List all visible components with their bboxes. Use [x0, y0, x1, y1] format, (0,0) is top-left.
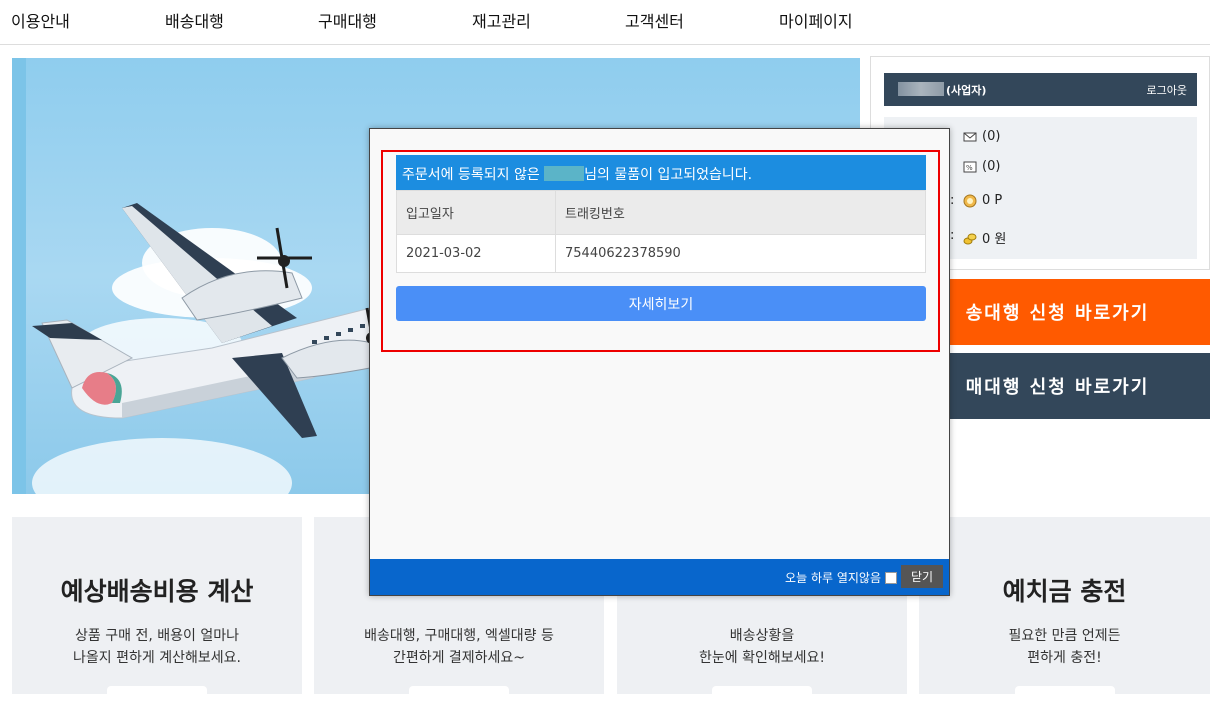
- arrival-popup: 주문서에 등록되지 않은 님의 물품이 입고되었습니다. 입고일자 트래킹번호 …: [369, 128, 950, 596]
- card-button[interactable]: [712, 686, 812, 704]
- table-row: 2021-03-02 75440622378590: [396, 234, 926, 273]
- top-nav: 이용안내 배송대행 구매대행 재고관리 고객센터 마이페이지: [0, 0, 1210, 45]
- user-name-redacted: [898, 82, 944, 96]
- coupon-count[interactable]: % (0): [963, 159, 1000, 174]
- card-title: 예상배송비용 계산: [60, 577, 254, 606]
- nav-item-guide[interactable]: 이용안내: [11, 8, 70, 32]
- point-icon: [963, 194, 977, 207]
- deposit-balance: 0 원: [963, 228, 1006, 247]
- card-desc: 상품 구매 전, 배용이 얼마나 나올지 편하게 계산해보세요.: [73, 628, 241, 666]
- nav-item-inventory[interactable]: 재고관리: [472, 8, 531, 32]
- deposit-colon: :: [950, 228, 955, 243]
- purchase-apply-label: 매대행 신청 바로가기: [965, 377, 1150, 398]
- highlight-box: 주문서에 등록되지 않은 님의 물품이 입고되었습니다. 입고일자 트래킹번호 …: [381, 150, 940, 352]
- popup-header-prefix: 주문서에 등록되지 않은: [402, 167, 540, 183]
- card-desc: 필요한 만큼 언제든 편하게 충전!: [1008, 628, 1121, 666]
- dont-show-today[interactable]: 오늘 하루 열지않음: [785, 569, 897, 586]
- nav-item-shipping[interactable]: 배송대행: [165, 8, 224, 32]
- card-button[interactable]: [409, 686, 509, 704]
- logout-link[interactable]: 로그아웃: [1147, 82, 1187, 98]
- card-button[interactable]: [107, 686, 207, 704]
- nav-item-purchase[interactable]: 구매대행: [318, 8, 377, 32]
- user-bar: (사업자) 로그아웃: [884, 73, 1197, 106]
- dont-show-label: 오늘 하루 열지않음: [785, 571, 881, 585]
- column-header-tracking: 트래킹번호: [555, 190, 926, 235]
- user-name-redacted: [544, 166, 585, 181]
- popup-footer: 오늘 하루 열지않음 닫기: [370, 559, 949, 595]
- shipping-apply-label: 송대행 신청 바로가기: [965, 303, 1150, 324]
- card-deposit[interactable]: 예치금 충전 필요한 만큼 언제든 편하게 충전!: [919, 517, 1210, 704]
- user-role: (사업자): [946, 84, 987, 97]
- dont-show-checkbox[interactable]: [885, 571, 897, 584]
- message-count-value: (0): [982, 129, 1001, 144]
- card-shipping-cost[interactable]: 예상배송비용 계산 상품 구매 전, 배용이 얼마나 나올지 편하게 계산해보세요…: [12, 517, 302, 704]
- point-balance-value: 0 P: [982, 193, 1003, 208]
- column-header-date: 입고일자: [396, 190, 556, 235]
- popup-header: 주문서에 등록되지 않은 님의 물품이 입고되었습니다.: [396, 155, 926, 190]
- coupon-count-value: (0): [982, 159, 1001, 174]
- popup-header-suffix: 님의 물품이 입고되었습니다.: [584, 167, 753, 183]
- envelope-icon: [963, 132, 977, 141]
- view-details-button[interactable]: 자세히보기: [396, 286, 926, 321]
- coins-icon: [963, 233, 977, 244]
- tracking-number: 75440622378590: [555, 234, 926, 273]
- point-balance: 0 P: [963, 193, 1002, 208]
- message-count[interactable]: (0): [963, 129, 1000, 144]
- deposit-balance-value: 0 원: [982, 232, 1007, 247]
- card-title: 예치금 충전: [1002, 577, 1127, 606]
- coupon-icon: %: [963, 161, 977, 172]
- card-desc: 배송상황을 한눈에 확인해보세요!: [699, 628, 825, 666]
- nav-item-mypage[interactable]: 마이페이지: [779, 8, 853, 32]
- arrival-table: 입고일자 트래킹번호 2021-03-02 75440622378590: [396, 190, 926, 273]
- nav-item-support[interactable]: 고객센터: [625, 8, 684, 32]
- close-button[interactable]: 닫기: [901, 565, 943, 588]
- card-button[interactable]: [1014, 686, 1115, 704]
- card-desc: 배송대행, 구매대행, 엑셀대량 등 간편하게 결제하세요~: [364, 628, 554, 666]
- svg-text:%: %: [966, 164, 973, 172]
- point-colon: :: [950, 193, 955, 208]
- arrival-date: 2021-03-02: [396, 234, 556, 273]
